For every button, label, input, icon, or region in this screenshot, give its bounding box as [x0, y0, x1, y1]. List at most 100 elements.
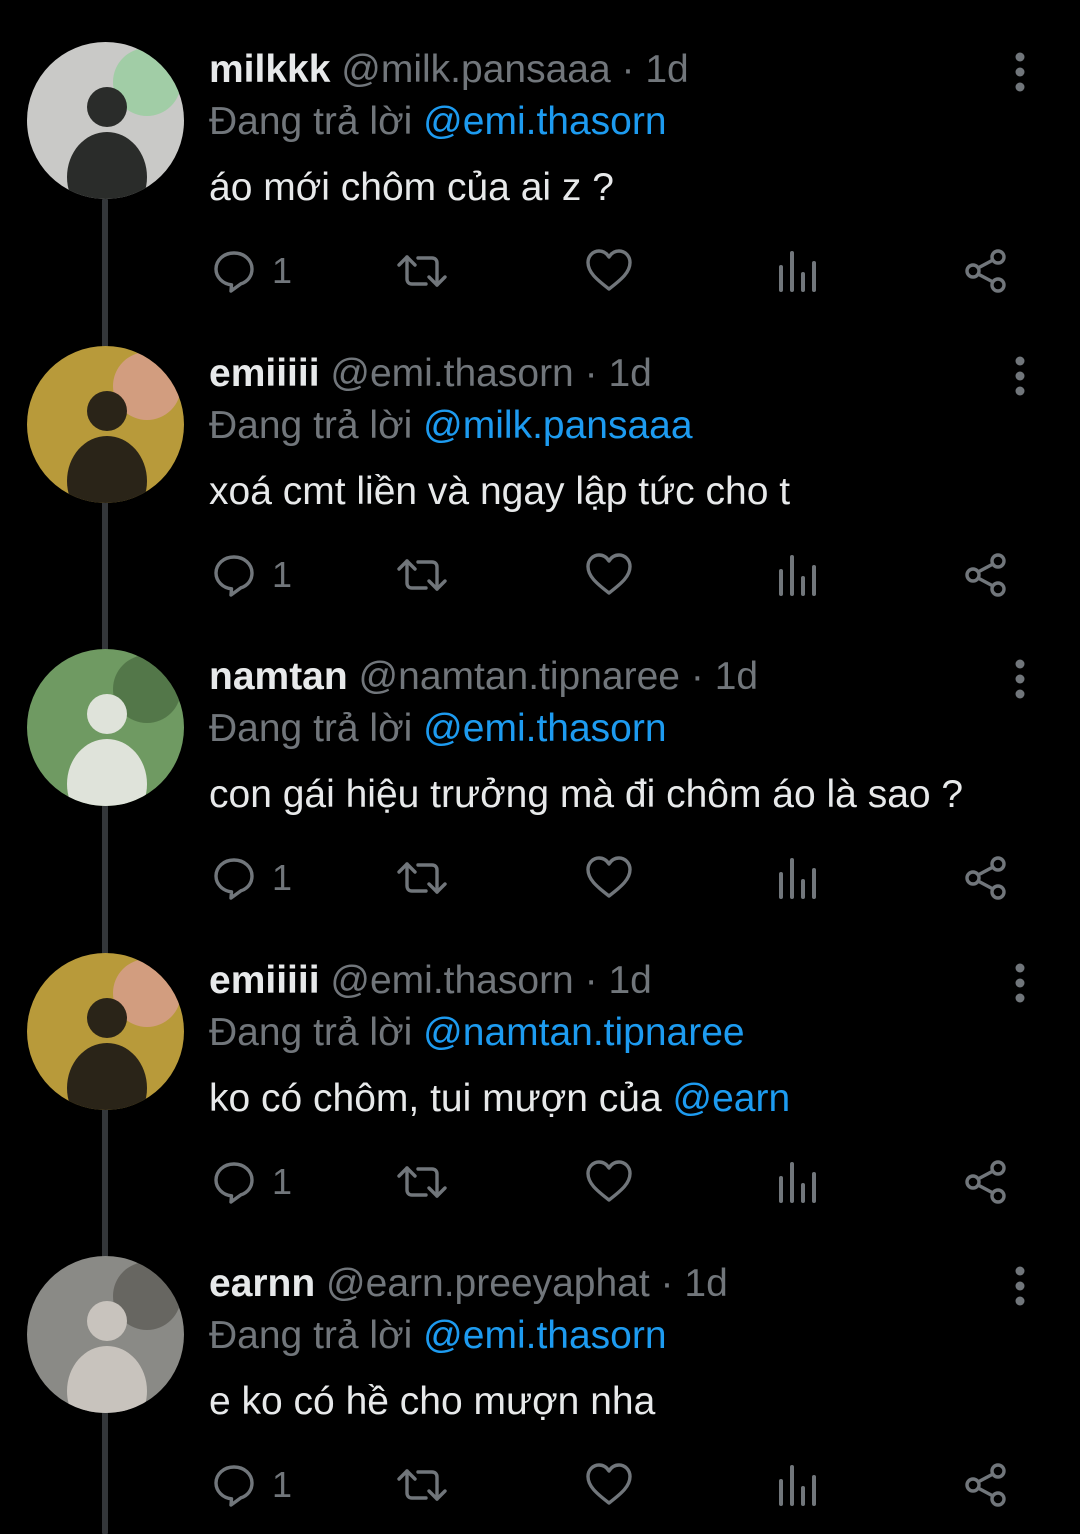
replying-to-line: Đang trả lời @emi.thasorn	[209, 703, 1020, 755]
retweet-icon	[396, 551, 448, 599]
avatar[interactable]	[27, 346, 184, 503]
heart-icon	[584, 247, 634, 295]
tweet[interactable]: earnn @earn.preeyaphat · 1d Đang trả lời…	[0, 1214, 1080, 1517]
reply-count: 1	[272, 857, 293, 898]
views-button[interactable]	[776, 1157, 820, 1207]
user-handle[interactable]: @earn.preeyaphat	[326, 1262, 650, 1305]
like-button[interactable]	[584, 853, 634, 903]
reply-button[interactable]: 1	[210, 550, 292, 600]
tweet[interactable]: emiiiii @emi.thasorn · 1d Đang trả lời @…	[0, 911, 1080, 1214]
replying-to-mention[interactable]: @milk.pansaaa	[423, 404, 692, 447]
reply-count: 1	[272, 1161, 293, 1202]
tweet-text-body: con gái hiệu trưởng mà đi chôm áo là sao…	[209, 773, 964, 816]
timestamp[interactable]: 1d	[608, 352, 651, 395]
replying-to-label: Đang trả lời	[209, 1314, 413, 1357]
reply-count: 1	[272, 250, 293, 291]
avatar[interactable]	[27, 1256, 184, 1413]
like-button[interactable]	[584, 550, 634, 600]
separator-dot: ·	[660, 1262, 674, 1305]
separator-dot: ·	[584, 959, 598, 1002]
more-vertical-icon[interactable]	[1008, 52, 1032, 92]
user-handle[interactable]: @namtan.tipnaree	[359, 655, 680, 698]
tweet-text-mention[interactable]: @earn	[673, 1077, 791, 1120]
replying-to-mention[interactable]: @emi.thasorn	[423, 1314, 666, 1357]
reply-button[interactable]: 1	[210, 1460, 292, 1510]
share-button[interactable]	[962, 1157, 1010, 1207]
tweet-actions: 1	[0, 853, 1080, 903]
timestamp[interactable]: 1d	[715, 655, 758, 698]
more-vertical-icon[interactable]	[1008, 1266, 1032, 1306]
share-button[interactable]	[962, 550, 1010, 600]
replying-to-mention[interactable]: @namtan.tipnaree	[423, 1011, 744, 1054]
heart-icon	[584, 854, 634, 902]
avatar[interactable]	[27, 953, 184, 1110]
reply-button[interactable]: 1	[210, 1157, 292, 1207]
tweet-text-body: xoá cmt liền và ngay lập tức cho t	[209, 470, 791, 513]
views-button[interactable]	[776, 1460, 820, 1510]
tweet-content: emiiiii @emi.thasorn · 1d Đang trả lời @…	[209, 955, 1020, 1125]
tweet-header: emiiiii @emi.thasorn · 1d	[209, 348, 1020, 400]
tweet[interactable]: emiiiii @emi.thasorn · 1d Đang trả lời @…	[0, 304, 1080, 607]
share-button[interactable]	[962, 1460, 1010, 1510]
display-name[interactable]: milkkk	[209, 48, 330, 91]
tweet-header: namtan @namtan.tipnaree · 1d	[209, 651, 1020, 703]
views-button[interactable]	[776, 246, 820, 296]
views-button[interactable]	[776, 853, 820, 903]
like-button[interactable]	[584, 1157, 634, 1207]
share-button[interactable]	[962, 246, 1010, 296]
more-vertical-icon[interactable]	[1008, 963, 1032, 1003]
retweet-button[interactable]	[396, 1157, 448, 1207]
user-handle[interactable]: @emi.thasorn	[330, 959, 573, 1002]
display-name[interactable]: emiiiii	[209, 352, 320, 395]
retweet-icon	[396, 1158, 448, 1206]
tweet-content: namtan @namtan.tipnaree · 1d Đang trả lờ…	[209, 651, 1020, 821]
avatar[interactable]	[27, 649, 184, 806]
avatar[interactable]	[27, 42, 184, 199]
more-vertical-icon[interactable]	[1008, 659, 1032, 699]
replying-to-mention[interactable]: @emi.thasorn	[423, 100, 666, 143]
display-name[interactable]: namtan	[209, 655, 348, 698]
user-handle[interactable]: @milk.pansaaa	[341, 48, 610, 91]
reply-thread: milkkk @milk.pansaaa · 1d Đang trả lời @…	[0, 0, 1080, 1534]
reply-button[interactable]: 1	[210, 853, 292, 903]
retweet-button[interactable]	[396, 550, 448, 600]
more-vertical-icon[interactable]	[1008, 356, 1032, 396]
timestamp[interactable]: 1d	[608, 959, 651, 1002]
tweet-text: ko có chôm, tui mượn của @earn	[209, 1073, 1020, 1125]
tweet-text: áo mới chôm của ai z ?	[209, 162, 1020, 214]
heart-icon	[584, 551, 634, 599]
retweet-icon	[396, 247, 448, 295]
timestamp[interactable]: 1d	[684, 1262, 727, 1305]
like-button[interactable]	[584, 246, 634, 296]
heart-icon	[584, 1461, 634, 1509]
reply-count: 1	[272, 1464, 293, 1505]
tweet-content: earnn @earn.preeyaphat · 1d Đang trả lời…	[209, 1258, 1020, 1428]
tweet[interactable]: namtan @namtan.tipnaree · 1d Đang trả lờ…	[0, 607, 1080, 910]
timestamp[interactable]: 1d	[645, 48, 688, 91]
reply-icon	[210, 854, 258, 902]
display-name[interactable]: emiiiii	[209, 959, 320, 1002]
share-button[interactable]	[962, 853, 1010, 903]
share-icon	[962, 854, 1010, 902]
tweet[interactable]: milkkk @milk.pansaaa · 1d Đang trả lời @…	[0, 0, 1080, 303]
reply-button[interactable]: 1	[210, 246, 292, 296]
tweet-text: con gái hiệu trưởng mà đi chôm áo là sao…	[209, 769, 1020, 821]
retweet-button[interactable]	[396, 246, 448, 296]
display-name[interactable]: earnn	[209, 1262, 315, 1305]
like-button[interactable]	[584, 1460, 634, 1510]
views-button[interactable]	[776, 550, 820, 600]
separator-dot: ·	[584, 352, 598, 395]
retweet-button[interactable]	[396, 1460, 448, 1510]
retweet-button[interactable]	[396, 853, 448, 903]
views-icon	[776, 247, 820, 295]
tweet-header: milkkk @milk.pansaaa · 1d	[209, 44, 1020, 96]
replying-to-mention[interactable]: @emi.thasorn	[423, 707, 666, 750]
replying-to-label: Đang trả lời	[209, 1011, 413, 1054]
tweet-text: xoá cmt liền và ngay lập tức cho t	[209, 466, 1020, 518]
user-handle[interactable]: @emi.thasorn	[330, 352, 573, 395]
heart-icon	[584, 1158, 634, 1206]
tweet-text-body: áo mới chôm của ai z ?	[209, 166, 614, 209]
tweet-header: emiiiii @emi.thasorn · 1d	[209, 955, 1020, 1007]
replying-to-line: Đang trả lời @milk.pansaaa	[209, 400, 1020, 452]
share-icon	[962, 247, 1010, 295]
